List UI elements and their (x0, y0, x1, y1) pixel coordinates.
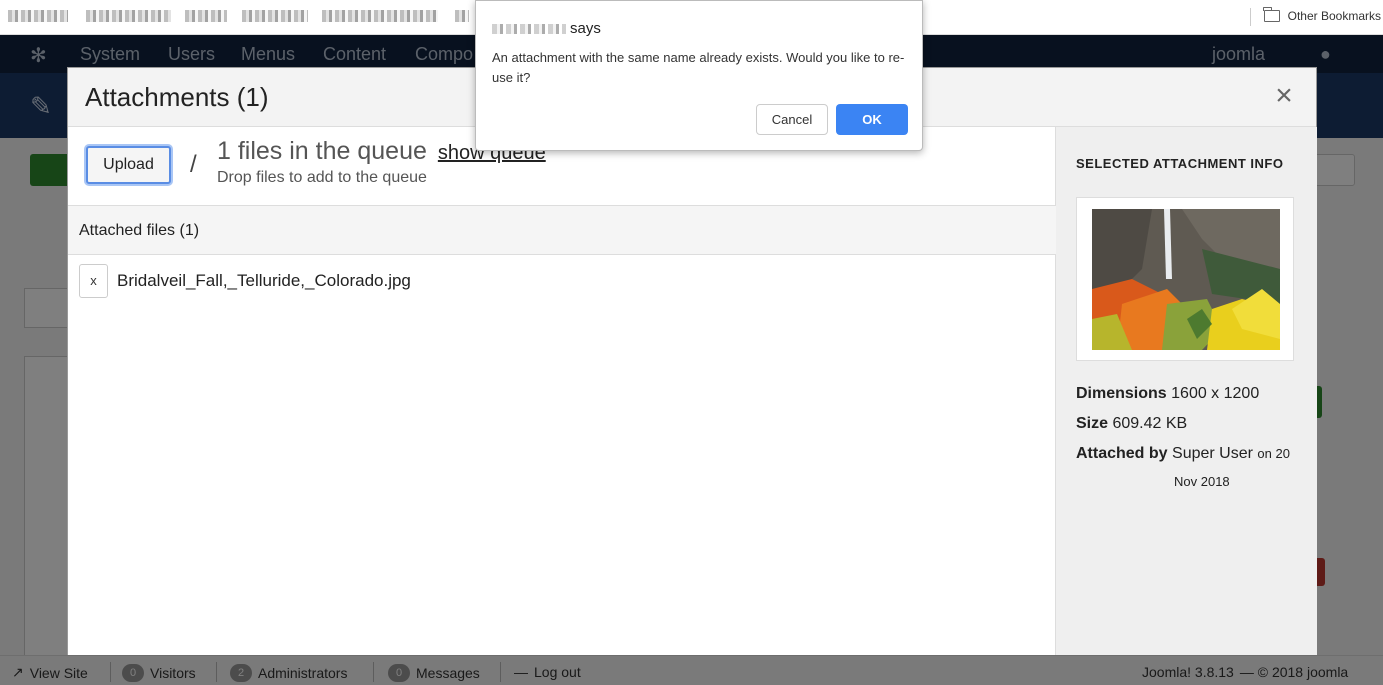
attached-by-row: Attached by Super User on 20 (1076, 445, 1290, 463)
size-row: Size 609.42 KB (1076, 415, 1187, 433)
attached-on-text: on 20 (1257, 446, 1290, 461)
queue-count-text: 1 files in the queue (217, 137, 427, 165)
attachment-info-panel: SELECTED ATTACHMENT INFO Dimensions 1600… (1056, 127, 1317, 655)
size-value: 609.42 KB (1112, 415, 1188, 432)
size-label: Size (1076, 415, 1109, 432)
attached-date: Nov 2018 (1174, 474, 1230, 489)
list-item[interactable]: x Bridalveil_Fall,_Telluride,_Colorado.j… (79, 264, 411, 298)
close-icon[interactable]: × (1272, 81, 1296, 111)
confirm-dialog: says An attachment with the same name al… (475, 0, 923, 151)
info-title: SELECTED ATTACHMENT INFO (1076, 156, 1284, 171)
origin-host (492, 23, 566, 34)
dialog-says: says (570, 20, 601, 37)
remove-file-button[interactable]: x (79, 264, 108, 298)
attached-by-label: Attached by (1076, 445, 1168, 462)
dialog-origin: says (492, 20, 601, 37)
attachments-panel: Upload / 1 files in the queue show queue… (68, 127, 1056, 655)
dialog-message: An attachment with the same name already… (492, 50, 905, 85)
dimensions-label: Dimensions (1076, 385, 1167, 402)
drop-zone-hint: Drop files to add to the queue (217, 169, 427, 186)
upload-button[interactable]: Upload (86, 146, 171, 184)
bookmark-item[interactable] (455, 10, 469, 22)
separator-slash: / (190, 151, 197, 178)
attachments-modal: Attachments (1) × Upload / 1 files in th… (67, 67, 1317, 655)
bookmarks-separator (1250, 8, 1251, 26)
attached-files-title: Attached files (1) (79, 222, 200, 239)
dimensions-row: Dimensions 1600 x 1200 (1076, 385, 1259, 403)
cancel-button[interactable]: Cancel (756, 104, 828, 135)
ok-button[interactable]: OK (836, 104, 908, 135)
bookmark-item[interactable] (8, 10, 68, 22)
attached-by-value: Super User (1172, 445, 1253, 462)
folder-icon (1263, 7, 1280, 22)
bookmark-item[interactable] (86, 10, 171, 22)
bookmark-item[interactable] (322, 10, 438, 22)
thumbnail-frame (1076, 197, 1294, 361)
other-bookmarks-label: Other Bookmarks (1287, 9, 1381, 23)
other-bookmarks[interactable]: Other Bookmarks (1263, 7, 1383, 23)
bookmark-item[interactable] (185, 10, 227, 22)
bookmark-item[interactable] (242, 10, 308, 22)
attachment-thumbnail[interactable] (1092, 209, 1280, 350)
file-name[interactable]: Bridalveil_Fall,_Telluride,_Colorado.jpg (117, 271, 411, 291)
attached-files-header: Attached files (1) (68, 205, 1056, 255)
dimensions-value: 1600 x 1200 (1171, 385, 1260, 402)
modal-title: Attachments (1) (85, 82, 269, 112)
